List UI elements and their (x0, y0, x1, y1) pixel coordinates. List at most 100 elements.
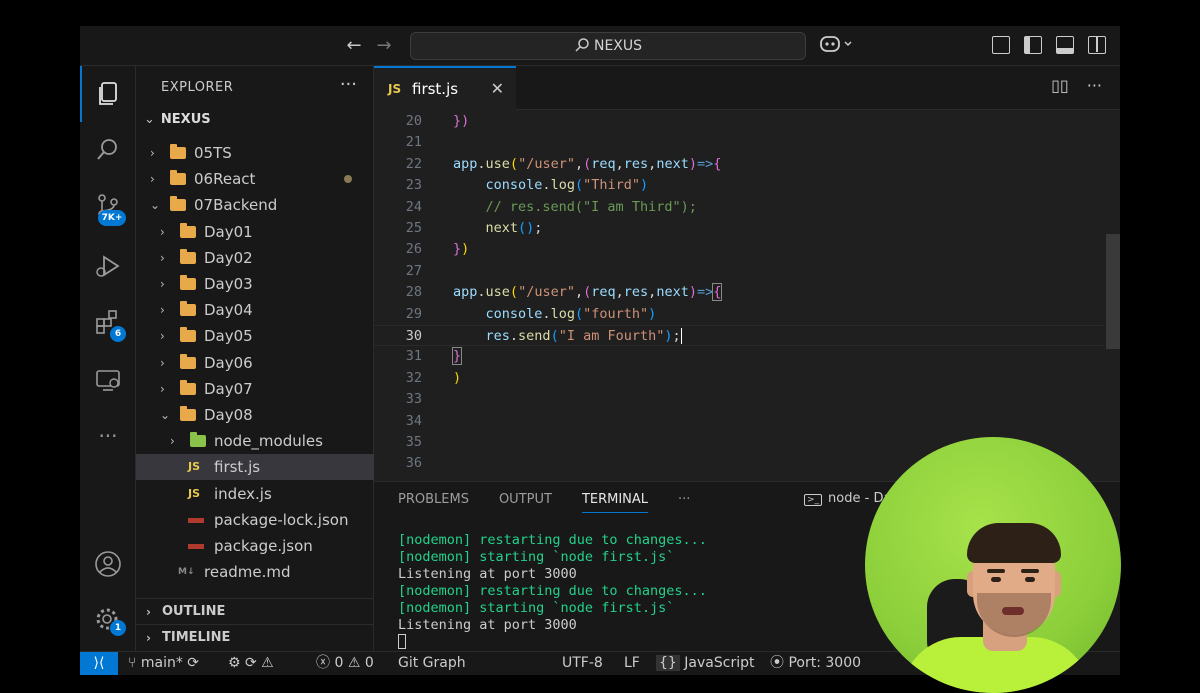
editor-more-icon[interactable]: ··· (1087, 76, 1102, 95)
code-line[interactable]: 24 // res.send("I am Third"); (374, 197, 1104, 218)
folder-item[interactable]: › Day03 (136, 271, 374, 297)
terminal-instance[interactable]: >_ node - Da (804, 491, 891, 506)
toggle-primary-sidebar-icon[interactable] (1024, 36, 1042, 54)
explorer-more-icon[interactable]: ··· (340, 74, 357, 95)
code-line[interactable]: 26}) (374, 239, 1104, 260)
problems-indicator[interactable]: ⓧ 0 ⚠ 0 (316, 652, 374, 675)
settings-gear-icon[interactable]: 1 (94, 606, 126, 636)
line-number: 26 (405, 241, 422, 258)
code-line[interactable]: 31} (374, 346, 1104, 367)
split-editor-icon[interactable]: ▯▯ (1051, 76, 1069, 95)
branch-indicator[interactable]: ⑂ main* ⟳ (128, 652, 199, 675)
remote-indicator-icon[interactable]: ⟩⟨ (80, 652, 118, 675)
code-line[interactable]: 30 res.send("I am Fourth"); (374, 325, 1104, 347)
json-file-icon (188, 507, 204, 534)
folder-item[interactable]: ⌄ Day08 (136, 402, 374, 428)
code-line[interactable]: 20}) (374, 111, 1104, 132)
code-line[interactable]: 27 (374, 261, 1104, 282)
folder-item[interactable]: › Day07 (136, 376, 374, 402)
layout-customize-icon[interactable] (992, 36, 1010, 54)
code-line[interactable]: 29 console.log("fourth") (374, 304, 1104, 325)
chevron-right-icon: › (150, 172, 155, 187)
folder-item[interactable]: › Day05 (136, 323, 374, 349)
braces-icon: {} (656, 655, 680, 671)
forward-arrow-icon[interactable]: → (372, 34, 396, 58)
code-line[interactable]: 25 next(); (374, 218, 1104, 239)
file-item[interactable]: package-lock.json (136, 507, 374, 533)
run-debug-icon[interactable] (94, 252, 122, 280)
tree-item-label: node_modules (214, 432, 323, 451)
toggle-panel-icon[interactable] (1056, 36, 1074, 54)
folder-item[interactable]: › 06React (136, 166, 374, 192)
port-indicator[interactable]: ⦿ Port: 3000 (770, 652, 861, 675)
more-views-icon[interactable]: ··· (94, 424, 122, 452)
code-editor[interactable]: 20}) 21 22 app.use("/user",(req,res,next)=>… (374, 110, 1120, 481)
code-line[interactable]: 23 console.log("Third") (374, 175, 1104, 196)
back-arrow-icon[interactable]: ← (342, 34, 366, 58)
js-file-icon: JS (388, 82, 402, 96)
tab-terminal[interactable]: TERMINAL (581, 492, 649, 513)
tab-output[interactable]: OUTPUT (499, 492, 552, 513)
folder-icon (180, 275, 196, 290)
chevron-right-icon: › (160, 381, 165, 396)
timeline-section[interactable]: › TIMELINE (136, 624, 374, 650)
code-line[interactable]: 21 (374, 132, 1104, 153)
terminal-icon: >_ (804, 494, 823, 506)
folder-item[interactable]: › Day04 (136, 297, 374, 323)
file-item[interactable]: JS index.js (136, 481, 374, 507)
toggle-secondary-sidebar-icon[interactable] (1088, 36, 1106, 54)
file-item[interactable]: JS first.js (136, 454, 374, 481)
language-mode[interactable]: {} JavaScript (656, 652, 754, 675)
branch-icon: ⑂ (128, 655, 141, 671)
folder-item[interactable]: › Day02 (136, 245, 374, 271)
folder-item[interactable]: › node_modules (136, 428, 374, 454)
tree-item-label: first.js (214, 458, 261, 477)
account-icon[interactable] (94, 550, 122, 578)
close-icon[interactable]: ✕ (491, 68, 504, 110)
outline-section[interactable]: › OUTLINE (136, 598, 374, 624)
terminal-output[interactable]: [nodemon] restarting due to changes... [n… (398, 532, 707, 654)
panel-more-icon[interactable]: ··· (678, 492, 690, 513)
line-number: 32 (405, 369, 422, 386)
line-number: 30 (405, 328, 422, 344)
copilot-icon[interactable] (820, 34, 856, 58)
terminal-line: [nodemon] starting `node first.js` (398, 549, 675, 565)
eol-indicator[interactable]: LF (624, 652, 640, 675)
explorer-icon[interactable] (94, 80, 122, 108)
folder-item[interactable]: ⌄ 07Backend (136, 192, 374, 218)
code-text: console.log("fourth") (485, 305, 657, 322)
code-text: } (451, 347, 463, 366)
tab-problems[interactable]: PROBLEMS (398, 492, 469, 513)
file-item[interactable]: M↓ readme.md (136, 559, 374, 585)
line-number: 31 (405, 348, 422, 365)
line-number: 35 (405, 434, 422, 450)
git-graph-button[interactable]: Git Graph (398, 652, 466, 675)
encoding-indicator[interactable]: UTF-8 (562, 652, 603, 675)
source-control-icon[interactable]: 7K+ (94, 192, 126, 226)
title-bar: ← → NEXUS (80, 26, 1120, 66)
code-line[interactable]: 33 (374, 389, 1104, 410)
code-line[interactable]: 34 (374, 411, 1104, 432)
folder-item[interactable]: › 05TS (136, 140, 374, 166)
folder-icon (170, 196, 186, 212)
tree-item-label: Day08 (204, 406, 253, 424)
code-text: app.use("/user",(req,res,next)=>{ (453, 155, 722, 172)
tab-first-js[interactable]: JS first.js ✕ (374, 66, 516, 110)
activity-bar: 7K+ 6 ··· 1 (80, 66, 136, 651)
code-line[interactable]: 32) (374, 368, 1104, 389)
tree-item-label: Day03 (204, 275, 253, 293)
remote-explorer-icon[interactable] (94, 366, 122, 394)
code-line[interactable]: 28 app.use("/user",(req,res,next)=>{ (374, 282, 1104, 303)
extensions-icon[interactable]: 6 (94, 308, 126, 342)
code-line[interactable]: 22 app.use("/user",(req,res,next)=>{ (374, 154, 1104, 175)
chevron-right-icon: › (160, 224, 165, 239)
folder-item[interactable]: › Day06 (136, 350, 374, 376)
search-icon[interactable] (94, 136, 122, 164)
line-number: 33 (405, 391, 422, 408)
folder-item[interactable]: › Day01 (136, 219, 374, 245)
command-center-search[interactable]: NEXUS (410, 32, 806, 60)
workspace-root[interactable]: ⌄ NEXUS (144, 112, 211, 127)
file-item[interactable]: package.json (136, 533, 374, 559)
git-actions-icon[interactable]: ⚙ ⟳ ⚠ (228, 652, 274, 675)
editor-scrollbar[interactable] (1106, 234, 1120, 349)
